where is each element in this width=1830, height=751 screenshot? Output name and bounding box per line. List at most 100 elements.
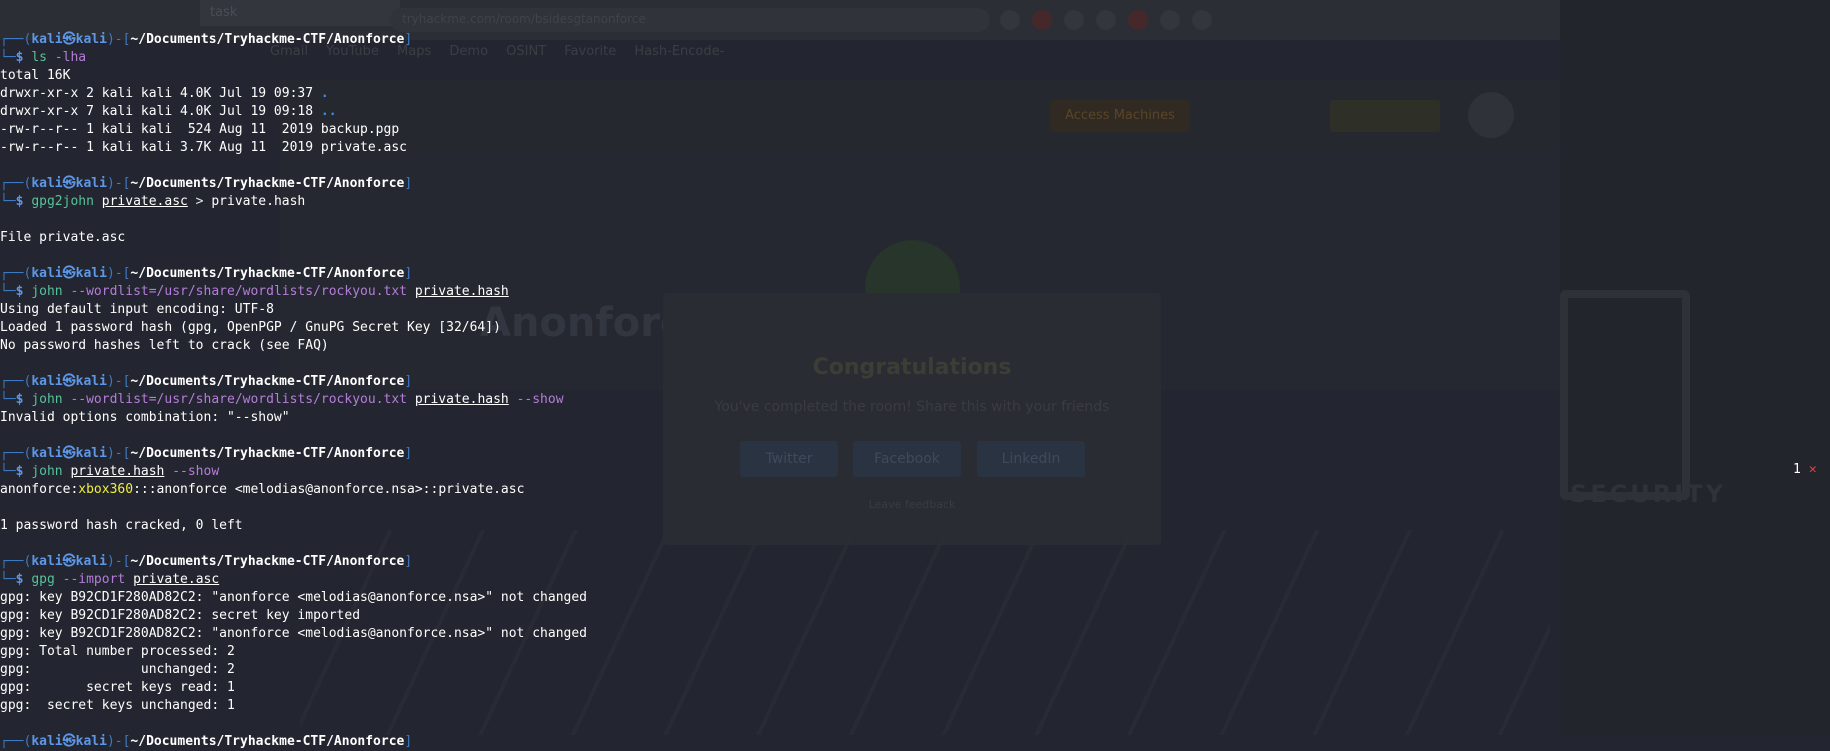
command-option: --import — [62, 572, 126, 587]
prompt-bracket: )-[ — [106, 32, 131, 47]
command-option: --show — [516, 392, 564, 407]
wallpaper-text: SECURITY — [1570, 480, 1726, 508]
output-line: gpg: secret keys read: 1 — [0, 679, 1560, 697]
prompt-bracket: └─ — [0, 50, 16, 65]
prompt-bracket: ┌──( — [0, 446, 32, 461]
output-text: drwxr-xr-x 2 kali kali 4.0K Jul 19 09:37 — [0, 86, 321, 101]
output-line: gpg: key B92CD1F280AD82C2: "anonforce <m… — [0, 625, 1560, 643]
prompt-bracket: )-[ — [106, 176, 131, 191]
command-name: john — [31, 284, 63, 299]
output-text: :::anonforce <melodias@anonforce.nsa>::p… — [133, 482, 525, 497]
output-text: gpg: key B92CD1F280AD82C2: secret key im… — [0, 608, 361, 623]
command-name: gpg — [31, 572, 55, 587]
prompt-user: kali㉿kali — [31, 374, 107, 389]
prompt-bracket: ] — [404, 554, 413, 569]
prompt-header: ┌──(kali㉿kali)-[~/Documents/Tryhackme-CT… — [0, 445, 1560, 463]
output-line: Invalid options combination: "--show" — [0, 409, 1560, 427]
prompt-bracket: )-[ — [106, 374, 131, 389]
prompt-cwd: ~/Documents/Tryhackme-CTF/Anonforce — [130, 32, 405, 47]
prompt-cwd: ~/Documents/Tryhackme-CTF/Anonforce — [130, 266, 405, 281]
prompt-bracket: └─ — [0, 572, 16, 587]
extension-icon — [1096, 10, 1116, 30]
extension-icon — [1160, 10, 1180, 30]
directory-entry: .. — [320, 104, 337, 119]
output-text: total 16K — [0, 68, 71, 83]
prompt-user: kali㉿kali — [31, 554, 107, 569]
prompt-bracket: ┌──( — [0, 176, 32, 191]
output-text: drwxr-xr-x 7 kali kali 4.0K Jul 19 09:18 — [0, 104, 321, 119]
output-line: gpg: Total number processed: 2 — [0, 643, 1560, 661]
command-text — [55, 572, 63, 587]
output-line: gpg: key B92CD1F280AD82C2: secret key im… — [0, 607, 1560, 625]
prompt-header: ┌──(kali㉿kali)-[~/Documents/Tryhackme-CT… — [0, 265, 1560, 283]
output-line: File private.asc — [0, 229, 1560, 247]
prompt-bracket: ] — [404, 734, 413, 749]
output-line: -rw-r--r-- 1 kali kali 524 Aug 11 2019 b… — [0, 121, 1560, 139]
command-name: john — [31, 392, 63, 407]
output-text: Using default input encoding: UTF-8 — [0, 302, 274, 317]
prompt-bracket: ] — [404, 266, 413, 281]
prompt-bracket: ┌──( — [0, 32, 32, 47]
command-text — [407, 284, 415, 299]
output-line: total 16K — [0, 67, 1560, 85]
output-line: gpg: secret keys unchanged: 1 — [0, 697, 1560, 715]
right-prompt-status: 1 ✕ — [1793, 462, 1817, 477]
output-text: Loaded 1 password hash (gpg, OpenPGP / G… — [0, 320, 501, 335]
browser-extension-icons — [1000, 10, 1212, 30]
file-argument: private.hash — [414, 284, 509, 299]
extension-icon — [1192, 10, 1212, 30]
output-line: drwxr-xr-x 2 kali kali 4.0K Jul 19 09:37… — [0, 85, 1560, 103]
terminal-output[interactable]: ┌──(kali㉿kali)-[~/Documents/Tryhackme-CT… — [0, 31, 1560, 751]
prompt-header: ┌──(kali㉿kali)-[~/Documents/Tryhackme-CT… — [0, 31, 1560, 49]
file-argument: private.hash — [414, 392, 509, 407]
command-line: └─$ john private.hash --show — [0, 463, 1560, 481]
prompt-bracket: ] — [404, 446, 413, 461]
output-line: -rw-r--r-- 1 kali kali 3.7K Aug 11 2019 … — [0, 139, 1560, 157]
redirect-operator: > — [187, 194, 212, 209]
output-text: 1 password hash cracked, 0 left — [0, 518, 243, 533]
output-line: No password hashes left to crack (see FA… — [0, 337, 1560, 355]
prompt-bracket: ] — [404, 176, 413, 191]
command-option: --show — [172, 464, 220, 479]
command-text — [407, 392, 415, 407]
prompt-user: kali㉿kali — [31, 734, 107, 749]
command-option: --wordlist=/usr/share/wordlists/rockyou.… — [70, 284, 407, 299]
extension-icon — [1032, 10, 1052, 30]
error-icon: ✕ — [1808, 462, 1817, 477]
error-count: 1 — [1793, 462, 1801, 477]
file-argument: private.asc — [133, 572, 220, 587]
prompt-bracket: )-[ — [106, 266, 131, 281]
command-line: └─$ gpg2john private.asc > private.hash — [0, 193, 1560, 211]
extension-icon — [1064, 10, 1084, 30]
kali-logo-icon — [1560, 290, 1690, 500]
prompt-cwd: ~/Documents/Tryhackme-CTF/Anonforce — [130, 554, 405, 569]
prompt-bracket: ] — [404, 374, 413, 389]
prompt-header: ┌──(kali㉿kali)-[~/Documents/Tryhackme-CT… — [0, 373, 1560, 391]
prompt-user: kali㉿kali — [31, 266, 107, 281]
prompt-cwd: ~/Documents/Tryhackme-CTF/Anonforce — [130, 446, 405, 461]
browser-tab: task — [200, 0, 400, 26]
cracked-password: xbox360 — [78, 482, 134, 497]
extension-icon — [1128, 10, 1148, 30]
command-line: └─$ gpg --import private.asc — [0, 571, 1560, 589]
prompt-user: kali㉿kali — [31, 176, 107, 191]
prompt-bracket: ┌──( — [0, 266, 32, 281]
prompt-bracket: )-[ — [106, 446, 131, 461]
prompt-header: ┌──(kali㉿kali)-[~/Documents/Tryhackme-CT… — [0, 553, 1560, 571]
output-text: gpg: key B92CD1F280AD82C2: "anonforce <m… — [0, 590, 587, 605]
prompt-bracket: )-[ — [106, 554, 131, 569]
command-text — [509, 392, 517, 407]
output-text: Invalid options combination: "--show" — [0, 410, 290, 425]
output-text: gpg: secret keys unchanged: 1 — [0, 698, 235, 713]
command-line: └─$ ls -lha — [0, 49, 1560, 67]
command-line: └─$ john --wordlist=/usr/share/wordlists… — [0, 391, 1560, 409]
extension-icon — [1000, 10, 1020, 30]
file-argument: private.hash — [70, 464, 165, 479]
file-argument: private.asc — [101, 194, 188, 209]
command-name: john — [31, 464, 63, 479]
output-text: anonforce: — [0, 482, 79, 497]
